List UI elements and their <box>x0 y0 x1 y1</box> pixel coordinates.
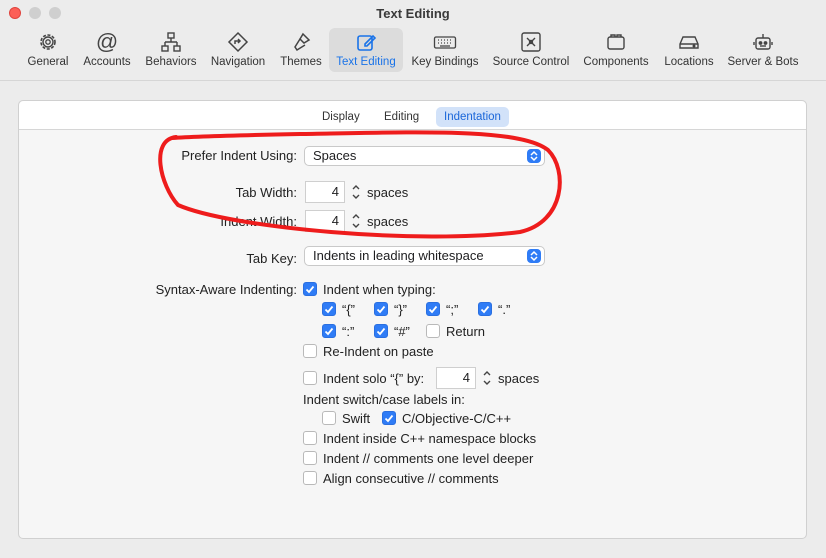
keyboard-icon <box>431 31 459 53</box>
toolbar-label: Components <box>583 56 649 68</box>
toolbar-navigation[interactable]: Navigation <box>208 28 268 72</box>
toolbar-label: General <box>27 56 69 68</box>
toolbar-key-bindings[interactable]: Key Bindings <box>407 28 483 72</box>
tab-bar: Display Editing Indentation <box>19 101 806 130</box>
toolbar-label: Themes <box>280 56 322 68</box>
toolbar-label: Behaviors <box>145 56 197 68</box>
tab-width-label: Tab Width: <box>235 185 297 200</box>
char-period-checkbox[interactable] <box>478 302 492 316</box>
char-brace-close-checkbox[interactable] <box>374 302 388 316</box>
char-brace-close-label: “}” <box>394 302 407 317</box>
indent-solo-unit: spaces <box>498 371 540 386</box>
tab-indentation[interactable]: Indentation <box>436 107 509 127</box>
tab-key-popup[interactable]: Indents in leading whitespace <box>304 246 545 266</box>
toolbar-label: Navigation <box>210 56 266 68</box>
char-period-label: “.” <box>498 302 511 317</box>
indent-width-unit: spaces <box>367 214 409 229</box>
drive-icon <box>675 31 703 53</box>
indent-solo-field[interactable]: 4 <box>436 367 476 389</box>
switch-case-label: Indent switch/case labels in: <box>303 392 465 407</box>
navigation-icon <box>224 31 252 53</box>
bot-icon <box>749 31 777 53</box>
char-hash-label: “#” <box>394 324 410 339</box>
prefer-indent-label: Prefer Indent Using: <box>181 148 297 163</box>
title-bar: Text Editing <box>0 0 826 28</box>
toolbar-source-control[interactable]: Source Control <box>489 28 573 72</box>
char-brace-open-checkbox[interactable] <box>322 302 336 316</box>
toolbar-server-bots[interactable]: Server & Bots <box>724 28 802 72</box>
reindent-paste-label: Re-Indent on paste <box>323 344 434 359</box>
tab-key-label: Tab Key: <box>246 251 297 266</box>
toolbar-accounts[interactable]: @ Accounts <box>81 28 133 72</box>
toolbar-label: Accounts <box>83 56 131 68</box>
components-icon <box>602 31 630 53</box>
preferences-toolbar: General @ Accounts Behaviors Navigation … <box>0 28 826 80</box>
indent-width-label: Indent Width: <box>220 214 297 229</box>
swift-checkbox[interactable] <box>322 411 336 425</box>
tab-width-stepper[interactable] <box>350 181 362 203</box>
brush-icon <box>287 31 315 53</box>
toolbar-divider <box>0 80 826 81</box>
c-objc-checkbox[interactable] <box>382 411 396 425</box>
tab-key-value: Indents in leading whitespace <box>313 248 484 263</box>
indent-when-typing-checkbox[interactable] <box>303 282 317 296</box>
toolbar-label: Locations <box>664 56 714 68</box>
gear-icon <box>34 31 62 53</box>
indent-width-stepper[interactable] <box>350 210 362 232</box>
toolbar-components[interactable]: Components <box>581 28 651 72</box>
at-icon: @ <box>95 29 119 54</box>
source-control-icon <box>517 31 545 53</box>
char-return-checkbox[interactable] <box>426 324 440 338</box>
toolbar-label: Server & Bots <box>727 56 799 68</box>
char-semicolon-label: “;” <box>446 302 459 317</box>
align-comments-label: Align consecutive // comments <box>323 471 499 486</box>
indent-width-field[interactable]: 4 <box>305 210 345 232</box>
align-comments-checkbox[interactable] <box>303 471 317 485</box>
indent-solo-label: Indent solo “{” by: <box>323 371 425 386</box>
tab-display[interactable]: Display <box>314 107 368 127</box>
cpp-namespace-label: Indent inside C++ namespace blocks <box>323 431 537 446</box>
toolbar-general[interactable]: General <box>22 28 74 72</box>
behaviors-icon <box>157 31 185 53</box>
toolbar-behaviors[interactable]: Behaviors <box>143 28 199 72</box>
popup-chevron-icon <box>527 249 541 263</box>
cpp-namespace-checkbox[interactable] <box>303 431 317 445</box>
syntax-aware-label: Syntax-Aware Indenting: <box>155 282 297 297</box>
tab-width-unit: spaces <box>367 185 409 200</box>
c-objc-label: C/Objective-C/C++ <box>402 411 512 426</box>
comments-deeper-checkbox[interactable] <box>303 451 317 465</box>
toolbar-label: Text Editing <box>336 56 396 68</box>
swift-label: Swift <box>342 411 371 426</box>
char-return-label: Return <box>446 324 486 339</box>
tab-width-field[interactable]: 4 <box>305 181 345 203</box>
tab-editing[interactable]: Editing <box>376 107 427 127</box>
toolbar-label: Source Control <box>492 56 570 68</box>
comments-deeper-label: Indent // comments one level deeper <box>323 451 534 466</box>
edit-icon <box>352 31 380 53</box>
reindent-paste-checkbox[interactable] <box>303 344 317 358</box>
indent-solo-stepper[interactable] <box>481 367 493 389</box>
indent-solo-checkbox[interactable] <box>303 371 317 385</box>
prefer-indent-popup[interactable]: Spaces <box>304 146 545 166</box>
window-title: Text Editing <box>376 6 450 21</box>
char-semicolon-checkbox[interactable] <box>426 302 440 316</box>
preferences-window: Text Editing General @ Accounts Behavior… <box>0 0 826 558</box>
toolbar-locations[interactable]: Locations <box>660 28 718 72</box>
char-colon-label: “:” <box>342 324 355 339</box>
prefer-indent-value: Spaces <box>313 148 357 163</box>
char-colon-checkbox[interactable] <box>322 324 336 338</box>
char-brace-open-label: “{” <box>342 302 355 317</box>
toolbar-themes[interactable]: Themes <box>278 28 324 72</box>
indent-when-typing-label: Indent when typing: <box>323 282 436 297</box>
popup-chevron-icon <box>527 149 541 163</box>
toolbar-label: Key Bindings <box>411 56 479 68</box>
char-hash-checkbox[interactable] <box>374 324 388 338</box>
toolbar-text-editing[interactable]: Text Editing <box>329 28 403 72</box>
